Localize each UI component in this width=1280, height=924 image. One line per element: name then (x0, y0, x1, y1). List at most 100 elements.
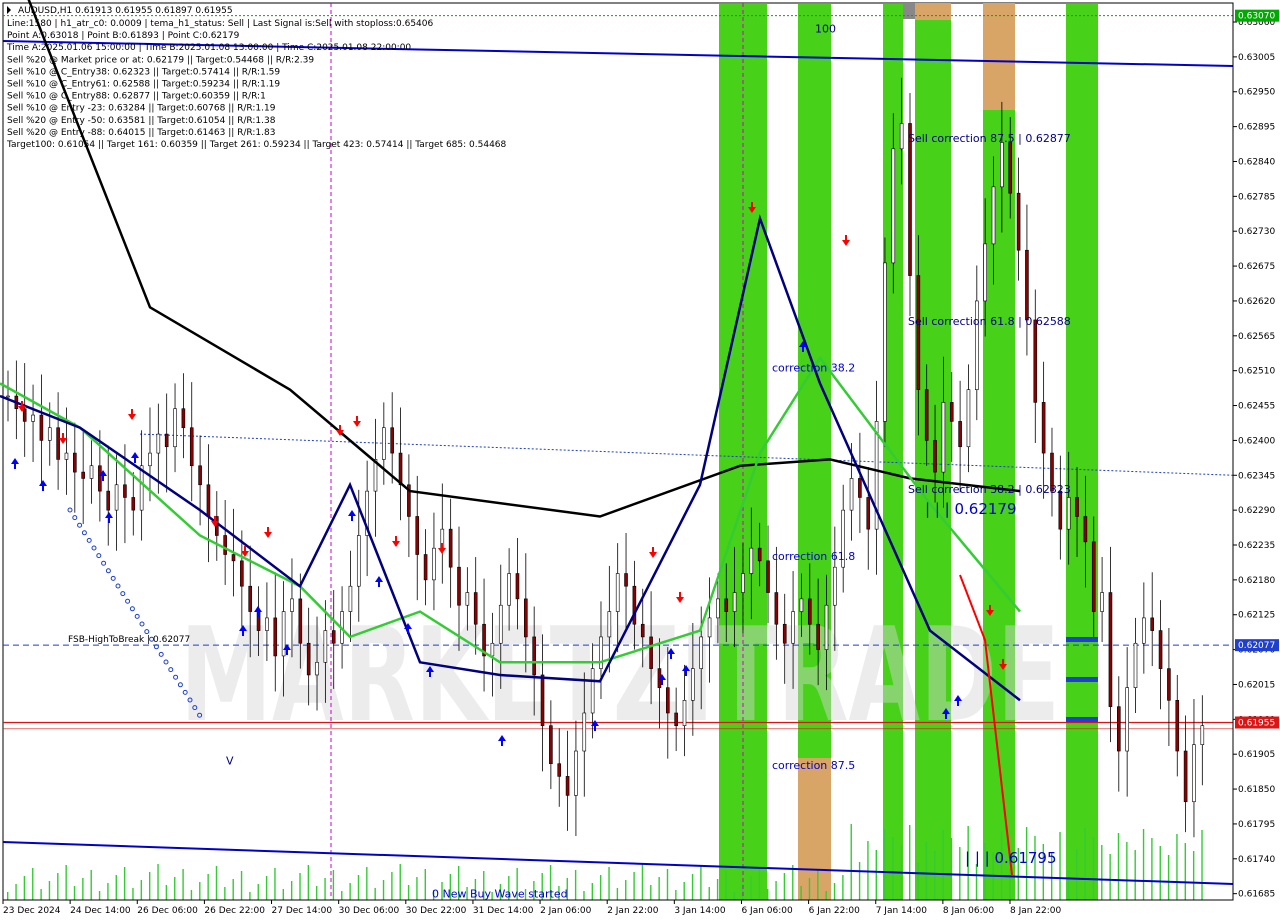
candle-body (640, 623, 645, 638)
volume-bar (115, 875, 117, 900)
volume-bar (332, 870, 335, 900)
candle-body (382, 427, 386, 460)
info-line: Sell %10 @ C_Entry88: 0.62877 || Target:… (7, 92, 266, 102)
volume-bar (783, 873, 786, 900)
y-tick-label: 0.62345 (1238, 471, 1275, 481)
volume-bar (215, 866, 218, 900)
annotation-label: | | | 0.61795 (965, 849, 1057, 867)
level-label: FSB-HighToBreak | 0.62077 (68, 635, 190, 645)
candle-body (148, 452, 152, 467)
volume-bar (1109, 854, 1111, 900)
annotation-label: 100 (815, 22, 836, 35)
y-tick-label: 0.61850 (1238, 785, 1275, 795)
candle-body (933, 440, 937, 473)
candle-body (181, 408, 186, 429)
y-tick-label: 0.62455 (1238, 402, 1275, 412)
volume-bar (1009, 869, 1011, 900)
volume-bar (1101, 845, 1103, 900)
volume-bar (98, 891, 101, 900)
volume-bar (282, 889, 285, 900)
volume-bar (1084, 828, 1086, 900)
volume-bar (1192, 851, 1195, 900)
volume-bar (90, 870, 92, 900)
candle-body (1041, 402, 1046, 454)
candle-body (524, 598, 528, 638)
candle-body (849, 478, 854, 511)
volume-bar (658, 877, 660, 900)
info-line: Time A:2025.01.06 15:00:00 | Time B:2025… (6, 43, 411, 53)
y-tick-label: 0.63005 (1238, 53, 1275, 63)
candle-body (39, 414, 44, 441)
candle-body (549, 725, 553, 765)
candle-body (106, 490, 111, 511)
candle-body (883, 262, 887, 422)
candle-body (716, 598, 720, 619)
volume-bar (591, 883, 594, 900)
x-tick-label: 31 Dec 14:00 (473, 906, 534, 916)
volume-bar (650, 885, 652, 900)
candle-body (757, 547, 762, 562)
x-tick-label: 24 Dec 14:00 (70, 906, 131, 916)
x-tick-label: 7 Jan 14:00 (876, 906, 928, 916)
info-line: Sell %20 @ Entry -50: 0.63581 || Target:… (7, 116, 276, 126)
x-tick-label: 26 Dec 06:00 (137, 906, 198, 916)
candle-body (306, 642, 311, 676)
volume-bar (407, 885, 410, 900)
candle-body (6, 395, 10, 398)
candle-body (198, 465, 202, 486)
volume-bar (858, 862, 861, 900)
candle-body (732, 592, 737, 612)
volume-bar (1092, 837, 1095, 900)
volume-bar (1067, 870, 1070, 900)
volume-bar (792, 865, 794, 900)
candle-body (290, 598, 294, 612)
candle-body (1083, 516, 1088, 543)
volume-bar (290, 881, 293, 900)
candle-body (1183, 750, 1188, 803)
candle-body (983, 243, 987, 302)
volume-bar (165, 885, 168, 900)
x-tick-label: 30 Dec 22:00 (406, 906, 467, 916)
candle-body (1033, 319, 1038, 403)
candle-body (31, 414, 35, 422)
x-tick-label: 8 Jan 06:00 (943, 906, 995, 916)
candle-body (1158, 630, 1163, 669)
volume-bar (942, 830, 944, 900)
volume-bar (583, 891, 585, 900)
volume-bar (633, 872, 635, 900)
volume-bar (15, 884, 17, 900)
x-tick-label: 6 Jan 22:00 (809, 906, 861, 916)
volume-bar (382, 880, 385, 900)
candle-body (22, 408, 27, 422)
volume-bar (708, 887, 710, 900)
candle-body (131, 497, 136, 511)
zone-bar (915, 3, 951, 20)
candle-body (941, 402, 946, 473)
volume-bar (641, 864, 644, 900)
y-tick-label: 0.61905 (1238, 750, 1275, 760)
candle-body (1008, 142, 1013, 194)
volume-bar (174, 877, 176, 900)
volume-bar (1176, 834, 1178, 900)
volume-bar (934, 851, 936, 900)
volume-bar (1167, 855, 1170, 900)
candle-body (507, 573, 511, 606)
candle-body (56, 427, 60, 460)
candle-body (248, 585, 253, 612)
y-tick-label: 0.61685 (1238, 890, 1275, 900)
candle-body (1192, 744, 1196, 803)
candle-body (73, 452, 77, 473)
candle-body (64, 452, 69, 460)
x-tick-label: 27 Dec 14:00 (272, 906, 333, 916)
volume-bar (399, 864, 401, 900)
volume-bar (307, 865, 310, 900)
candle-body (816, 623, 820, 650)
candle-body (298, 598, 303, 644)
candle-body (924, 389, 929, 441)
zone-bar (983, 3, 1015, 110)
volume-bar (7, 892, 9, 900)
volume-bar (73, 886, 76, 900)
x-tick-label: 26 Dec 22:00 (204, 906, 265, 916)
candle-body (231, 554, 236, 562)
candle-body (858, 478, 862, 498)
